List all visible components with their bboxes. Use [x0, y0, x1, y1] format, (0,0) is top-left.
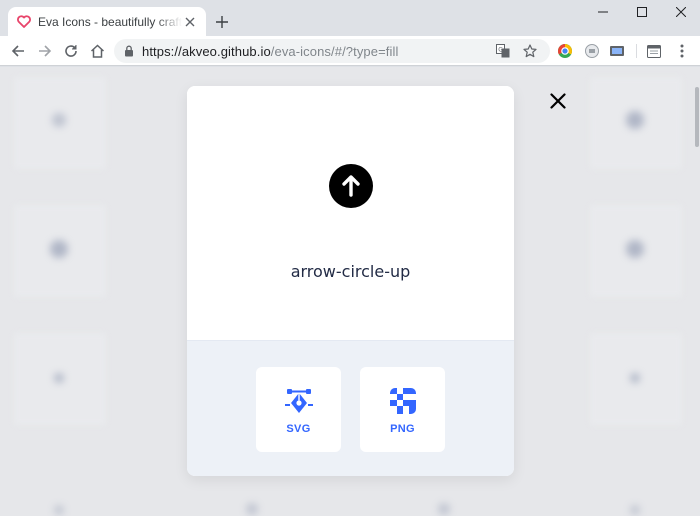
heart-icon: [16, 14, 32, 30]
home-icon[interactable]: [87, 41, 107, 61]
blurred-icon: [54, 505, 64, 515]
blurred-icon: [50, 240, 68, 258]
blurred-icon: [52, 113, 66, 127]
blurred-icon: [626, 111, 644, 129]
window-controls: [583, 0, 700, 24]
png-label: PNG: [390, 422, 415, 435]
icon-name: arrow-circle-up: [290, 262, 411, 281]
page-scrollbar[interactable]: [694, 67, 700, 516]
blurred-icon: [54, 373, 64, 383]
download-png-button[interactable]: PNG: [360, 367, 445, 452]
blurred-icon: [438, 503, 450, 515]
scroll-thumb[interactable]: [695, 87, 699, 147]
browser-tab[interactable]: Eva Icons - beautifully crafted Open Sou…: [8, 7, 206, 36]
calendar-extension-icon[interactable]: [645, 42, 663, 60]
blurred-icon: [246, 503, 258, 515]
lock-icon: [124, 45, 134, 57]
url-text: https://akveo.github.io/eva-icons/#/?typ…: [142, 43, 399, 59]
minimize-icon[interactable]: [583, 0, 622, 24]
tab-title: Eva Icons - beautifully crafted Open Sou…: [38, 14, 182, 29]
download-svg-button[interactable]: SVG: [256, 367, 341, 452]
menu-dots-icon[interactable]: [673, 42, 691, 60]
chrome-extension-icon[interactable]: [556, 42, 574, 60]
screenshot-extension-icon[interactable]: [608, 42, 626, 60]
svg-label: SVG: [286, 422, 311, 435]
reload-icon[interactable]: [61, 41, 81, 61]
star-icon[interactable]: [522, 43, 538, 59]
tab-strip: Eva Icons - beautifully crafted Open Sou…: [0, 0, 700, 36]
svg-pen-icon: [284, 388, 313, 413]
close-icon[interactable]: [548, 91, 568, 111]
arrow-circle-up-icon: [329, 164, 373, 208]
close-tab-icon[interactable]: [182, 14, 198, 30]
extension-icon[interactable]: [583, 42, 601, 60]
close-window-icon[interactable]: [661, 0, 700, 24]
back-arrow-icon[interactable]: [8, 41, 28, 61]
png-checker-icon: [389, 387, 416, 414]
forward-arrow-icon[interactable]: [35, 41, 55, 61]
new-tab-button[interactable]: [212, 12, 232, 32]
address-bar[interactable]: https://akveo.github.io/eva-icons/#/?typ…: [114, 39, 550, 63]
maximize-icon[interactable]: [622, 0, 661, 24]
blurred-icon: [626, 240, 644, 258]
blurred-icon: [630, 373, 640, 383]
svg-text:G: G: [498, 47, 503, 54]
browser-toolbar: https://akveo.github.io/eva-icons/#/?typ…: [0, 36, 700, 66]
translate-icon[interactable]: G: [495, 43, 511, 59]
icon-detail-modal: arrow-circle-up SVG PNG: [187, 86, 514, 476]
toolbar-divider: [636, 44, 637, 58]
icon-preview: arrow-circle-up: [187, 86, 514, 340]
blurred-icon: [630, 505, 640, 515]
download-options: SVG PNG: [187, 340, 514, 476]
